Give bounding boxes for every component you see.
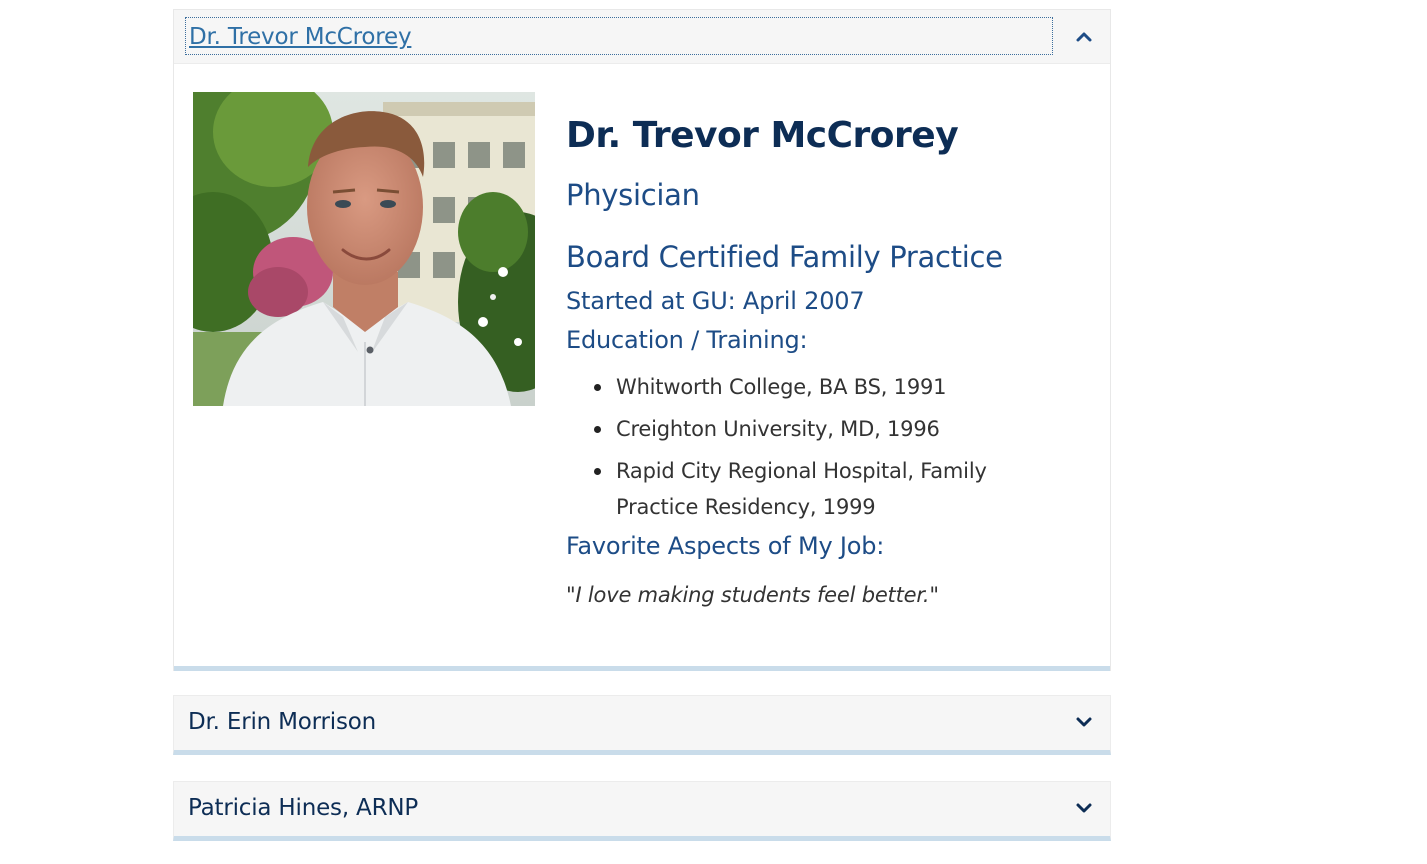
accordion-header-erin-morrison[interactable]: Dr. Erin Morrison [173,695,1111,755]
accordion-panel-trevor-mccrorey: Dr. Trevor McCrorey Dr. Trevor McCrorey … [173,9,1111,671]
education-list: Whitworth College, BA BS, 1991 Creighton… [566,369,1036,525]
chevron-up-icon[interactable] [1075,31,1093,43]
staff-accordion: Dr. Trevor McCrorey Dr. Trevor McCrorey … [173,9,1111,841]
education-item: Rapid City Regional Hospital, Family Pra… [594,453,1036,525]
accordion-header-patricia-hines[interactable]: Patricia Hines, ARNP [173,781,1111,841]
accordion-header-trevor-mccrorey[interactable]: Dr. Trevor McCrorey [174,10,1110,64]
accordion-title[interactable]: Dr. Erin Morrison [188,709,376,735]
chevron-down-icon[interactable] [1075,716,1093,728]
accordion-toggle-link[interactable]: Dr. Trevor McCrorey [185,17,1053,55]
profile-info: Dr. Trevor McCrorey Physician Board Cert… [566,114,1036,607]
profile-start-date: Started at GU: April 2007 [566,287,865,315]
accordion-title[interactable]: Patricia Hines, ARNP [188,795,418,821]
education-item: Creighton University, MD, 1996 [594,411,1036,447]
education-item: Whitworth College, BA BS, 1991 [594,369,1036,405]
chevron-down-icon[interactable] [1075,802,1093,814]
favorite-aspects-heading: Favorite Aspects of My Job: [566,532,885,560]
profile-certification: Board Certified Family Practice [566,240,1003,274]
education-heading: Education / Training: [566,326,808,354]
portrait-photo [193,92,535,406]
accordion-content: Dr. Trevor McCrorey Physician Board Cert… [174,64,1110,671]
profile-name: Dr. Trevor McCrorey [566,115,959,156]
profile-quote: "I love making students feel better." [566,583,939,607]
profile-role: Physician [566,178,700,212]
